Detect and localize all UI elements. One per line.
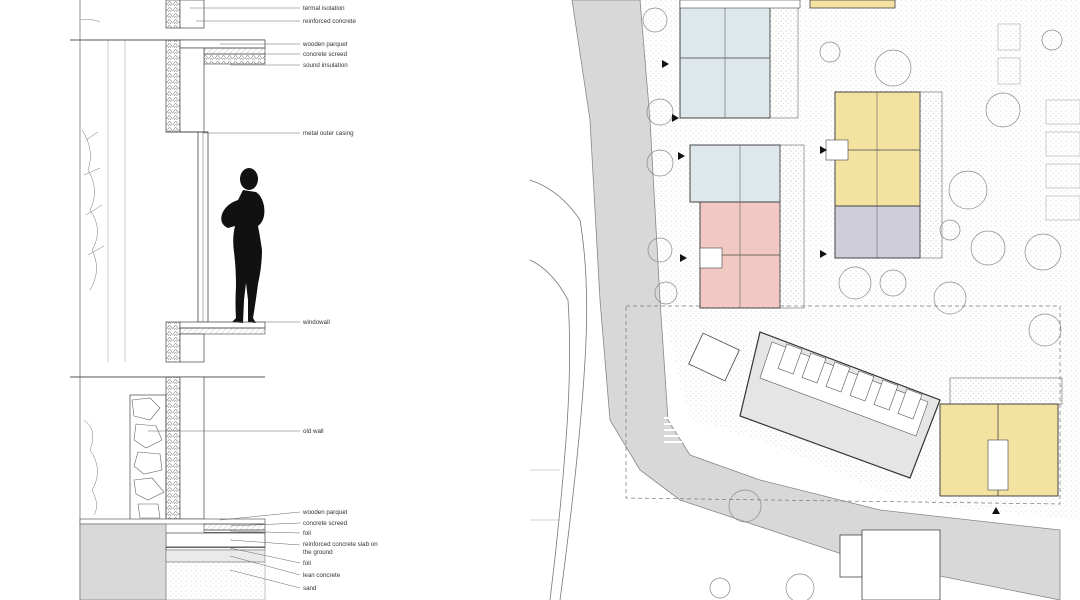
concrete-column-top — [179, 0, 205, 29]
label-slab-line2: the ground — [303, 549, 333, 556]
street-edge — [529, 259, 570, 600]
building-b — [689, 144, 805, 309]
street-edge — [529, 179, 588, 600]
label-concrete-screed-bottom: concrete screed — [303, 520, 348, 527]
floor-parquet-mid — [179, 321, 266, 329]
label-reinforced-concrete: reinforced concrete — [303, 18, 357, 25]
label-sound-insulation: sound insulation — [303, 62, 348, 69]
outbuilding — [839, 534, 863, 578]
thermal-insulation-top — [165, 0, 181, 29]
building-d-balcony — [949, 377, 1063, 405]
label-old-wall: old wall — [303, 428, 324, 435]
building-a-balcony — [769, 0, 799, 119]
building-c — [825, 91, 943, 259]
thermal-insulation-lower — [165, 376, 181, 520]
ground-fill — [79, 523, 167, 600]
label-thermal-isolation: termal isolation — [303, 5, 345, 12]
label-windowall: windowall — [302, 319, 330, 326]
label-wooden-parquet-top: wooden parquet — [302, 41, 348, 48]
sand-layer — [165, 561, 266, 600]
person-silhouette — [221, 168, 265, 323]
site-plan — [529, 0, 1080, 600]
label-metal-outer-casing: metal outer casing — [303, 130, 354, 137]
label-lean-concrete: lean concrete — [303, 572, 341, 579]
label-slab-line1: reinforced concrete slab on — [303, 541, 378, 548]
building-c-stair — [825, 139, 849, 161]
concrete-screed-top-layer — [203, 47, 266, 55]
sound-insulation-layer — [203, 53, 266, 65]
label-wooden-parquet-bottom: wooden parquet — [302, 509, 348, 516]
tree — [709, 577, 731, 599]
building-b-balcony — [779, 144, 805, 309]
label-foil-bottom: foil — [303, 560, 311, 567]
building-a — [679, 0, 801, 119]
thermal-insulation-upper — [165, 39, 181, 133]
building-d — [939, 377, 1063, 497]
reinforced-concrete-wall — [179, 47, 205, 133]
building-top-strip — [809, 0, 896, 9]
label-sand: sand — [303, 585, 317, 592]
building-c-grey-units — [834, 205, 921, 259]
reinforced-slab-layer — [165, 532, 266, 548]
architectural-drawing: termal isolation reinforced concrete woo… — [70, 0, 1080, 600]
foil-bottom-layer — [165, 546, 266, 551]
building-b-stair — [699, 247, 723, 269]
wall-section: termal isolation reinforced concrete woo… — [70, 0, 378, 600]
thermal-insulation-mid — [165, 321, 181, 363]
vegetation-sketch — [81, 129, 105, 516]
building-b-blue-units — [689, 144, 781, 203]
label-foil-top: foil — [303, 530, 311, 537]
outbuilding-shed — [861, 529, 941, 600]
building-c-balcony — [919, 91, 943, 259]
lean-concrete-layer — [165, 549, 266, 563]
tree — [785, 573, 815, 600]
building-d-stair — [987, 439, 1009, 491]
wooden-parquet-bottom-layer — [79, 518, 266, 525]
label-concrete-screed-top: concrete screed — [303, 51, 348, 58]
